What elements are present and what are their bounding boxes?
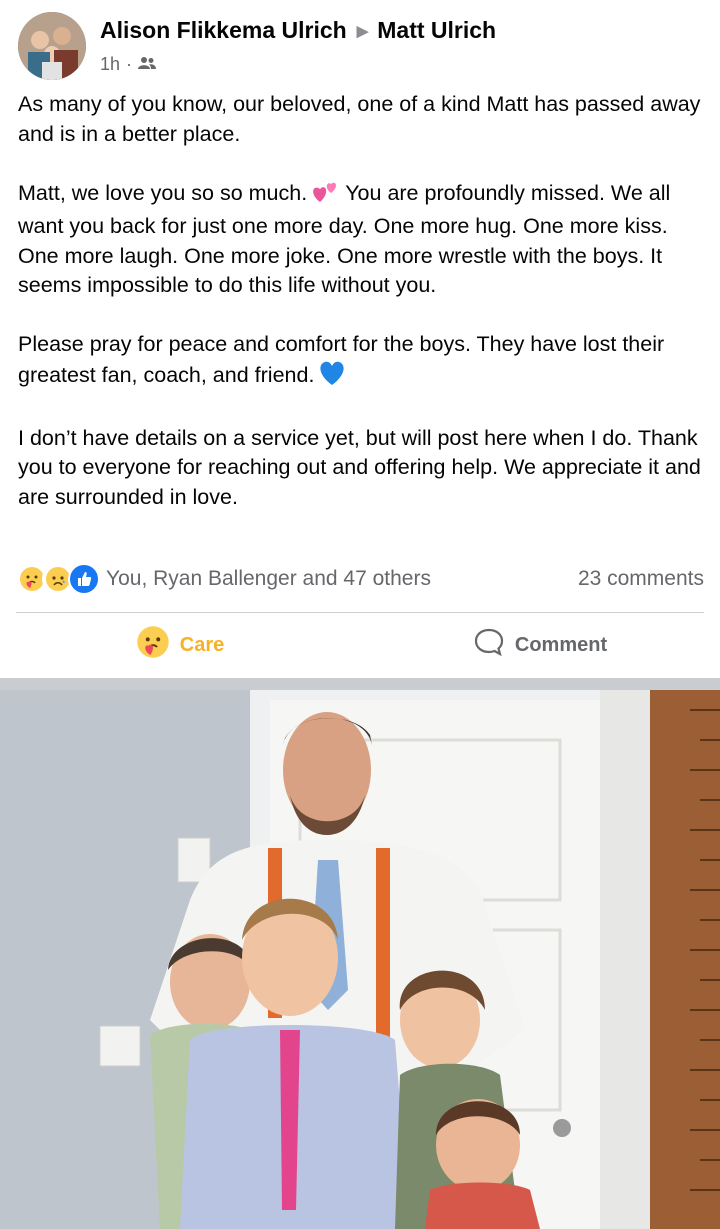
post-photo[interactable]: [0, 690, 720, 1229]
post-body: As many of you know, our beloved, one of…: [18, 90, 708, 542]
author-avatar[interactable]: [18, 12, 86, 80]
recipient-name[interactable]: Matt Ulrich: [377, 17, 496, 44]
reaction-icons[interactable]: [16, 563, 100, 595]
two-hearts-icon: [311, 180, 341, 213]
comment-label: Comment: [514, 633, 608, 656]
section-separator: [0, 678, 720, 690]
triangle-right-icon: ▶: [356, 22, 369, 40]
post-paragraph: Matt, we love you so so much. You are pro…: [18, 179, 708, 301]
care-label: Care: [179, 633, 225, 656]
reactions-summary: You, Ryan Ballenger and 47 others 23 com…: [16, 562, 704, 596]
post-paragraph: I don’t have details on a service yet, b…: [18, 425, 701, 509]
care-emoji-icon: [136, 625, 170, 665]
post-header: Alison Flikkema Ulrich ▶ Matt Ulrich: [100, 17, 496, 44]
post-text: Matt, we love you so so much.: [18, 180, 308, 205]
post-paragraph: Please pray for peace and comfort for th…: [18, 330, 708, 394]
reactions-text[interactable]: You, Ryan Ballenger and 47 others: [106, 567, 431, 591]
friends-audience-icon[interactable]: [138, 54, 157, 75]
post-time[interactable]: 1h: [100, 54, 120, 75]
comments-count[interactable]: 23 comments: [578, 567, 704, 591]
blue-heart-icon: [318, 360, 346, 395]
post-actions: Care Comment: [0, 618, 720, 672]
post-paragraph: As many of you know, our beloved, one of…: [18, 92, 701, 146]
care-button[interactable]: Care: [0, 618, 360, 672]
meta-separator: ·: [126, 54, 133, 74]
post-meta: 1h ·: [100, 54, 157, 75]
comment-bubble-icon: [473, 627, 505, 663]
author-name[interactable]: Alison Flikkema Ulrich: [100, 17, 347, 44]
like-icon: [68, 563, 100, 595]
comment-button[interactable]: Comment: [360, 618, 720, 672]
divider: [16, 612, 704, 613]
facebook-post: Alison Flikkema Ulrich ▶ Matt Ulrich 1h …: [0, 0, 720, 678]
